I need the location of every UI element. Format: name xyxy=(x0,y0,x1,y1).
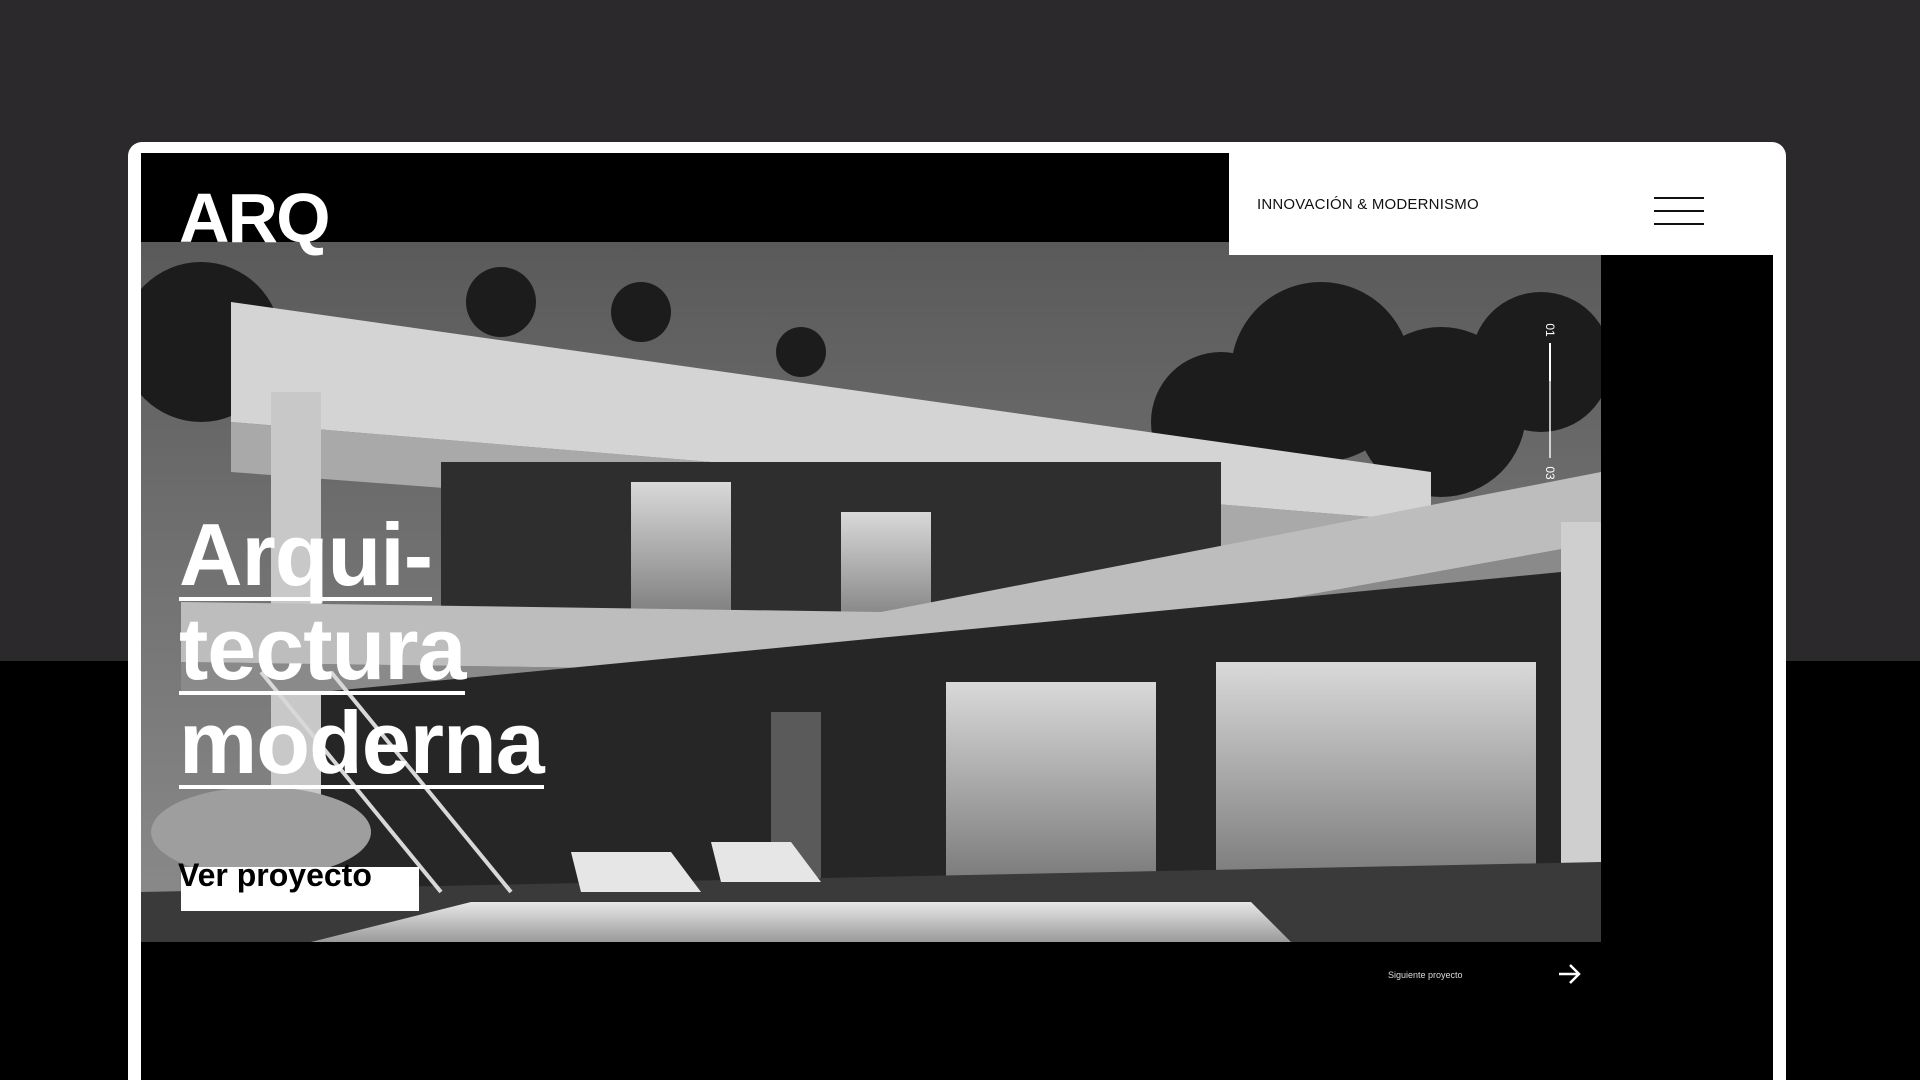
menu-bar xyxy=(1654,223,1704,225)
slide-current: 01 xyxy=(1543,323,1557,337)
hero-title-line-3: moderna xyxy=(179,693,545,792)
slide-total: 03 xyxy=(1543,466,1557,480)
slide-indicator[interactable]: 01 03 xyxy=(1540,323,1560,483)
next-project-label[interactable]: Siguiente proyecto xyxy=(1388,970,1463,980)
logo[interactable]: ARQ xyxy=(179,183,331,253)
view-project-button[interactable]: Ver proyecto xyxy=(178,857,419,911)
header-panel: INNOVACIÓN & MODERNISMO xyxy=(1229,153,1773,255)
slide-progress-bar xyxy=(1549,343,1551,381)
tagline: INNOVACIÓN & MODERNISMO xyxy=(1257,196,1479,213)
hero-title-line-1: Arqui- xyxy=(179,505,433,604)
menu-bar xyxy=(1654,210,1704,212)
hero-title: Arqui- tectura moderna xyxy=(179,505,545,795)
arrow-right-icon[interactable] xyxy=(1557,963,1583,985)
menu-bar xyxy=(1654,197,1704,199)
hero-title-line-2: tectura xyxy=(179,599,466,698)
website-screen: INNOVACIÓN & MODERNISMO ARQ 01 03 Arqui-… xyxy=(141,153,1773,1080)
view-project-label: Ver proyecto xyxy=(178,857,372,893)
slide-track xyxy=(1549,343,1551,458)
hamburger-menu-icon[interactable] xyxy=(1654,197,1704,227)
